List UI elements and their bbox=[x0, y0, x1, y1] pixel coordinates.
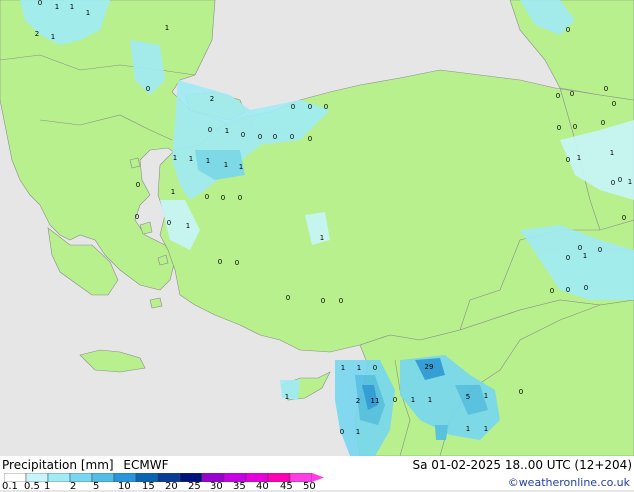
precip-value-label: 1 bbox=[86, 9, 90, 17]
precip-value-label: 1 bbox=[55, 3, 59, 11]
precip-value-label: 0 bbox=[258, 133, 262, 141]
precip-value-label: 1 bbox=[610, 149, 614, 157]
precip-value-label: 0 bbox=[598, 246, 602, 254]
precip-value-label: 1 bbox=[285, 393, 289, 401]
precip-value-label: 1 bbox=[628, 178, 632, 186]
precip-value-label: 0 bbox=[208, 126, 212, 134]
precip-value-label: 1 bbox=[171, 188, 175, 196]
precip-value-label: 0 bbox=[136, 181, 140, 189]
scale-label: 1 bbox=[44, 481, 51, 492]
precip-value-label: 0 bbox=[238, 194, 242, 202]
precip-value-label: 0 bbox=[566, 254, 570, 262]
precip-value-label: 0 bbox=[308, 103, 312, 111]
precip-value-label: 1 bbox=[320, 234, 324, 242]
scale-label: 50 bbox=[303, 481, 316, 492]
precip-value-label: 0 bbox=[611, 179, 615, 187]
precip-value-label: 1 bbox=[484, 425, 488, 433]
precip-value-label: 0 bbox=[221, 194, 225, 202]
precip-value-label: 1 bbox=[583, 252, 587, 260]
precip-value-label: 0 bbox=[38, 0, 42, 7]
scale-label: 20 bbox=[165, 481, 178, 492]
precip-value-label: 1 bbox=[70, 3, 74, 11]
precip-value-label: 0 bbox=[566, 26, 570, 34]
precip-value-label: 0 bbox=[566, 286, 570, 294]
precip-value-label: 0 bbox=[146, 85, 150, 93]
precip-value-label: 0 bbox=[604, 85, 608, 93]
credit-link[interactable]: ©weatheronline.co.uk bbox=[508, 476, 630, 489]
precip-value-label: 1 bbox=[186, 222, 190, 230]
precip-value-label: 0 bbox=[321, 297, 325, 305]
precip-value-label: 0 bbox=[286, 294, 290, 302]
precip-value-label: 0 bbox=[612, 100, 616, 108]
scale-label: 35 bbox=[233, 481, 246, 492]
precip-value-label: 0 bbox=[291, 103, 295, 111]
scale-label: 5 bbox=[93, 481, 100, 492]
precip-value-label: 1 bbox=[466, 425, 470, 433]
precip-value-label: 0 bbox=[601, 119, 605, 127]
precip-value-label: 0 bbox=[622, 214, 626, 222]
precip-value-label: 1 bbox=[411, 396, 415, 404]
precip-value-label: 1 bbox=[224, 161, 228, 169]
precip-value-label: 0 bbox=[308, 135, 312, 143]
precip-value-label: 2 bbox=[210, 95, 214, 103]
precip-value-label: 1 bbox=[357, 364, 361, 372]
precip-value-label: 0 bbox=[340, 428, 344, 436]
scale-label: 40 bbox=[256, 481, 269, 492]
precip-value-label: 0 bbox=[235, 259, 239, 267]
scale-label: 0.5 bbox=[24, 481, 40, 492]
precip-value-label: 0 bbox=[570, 90, 574, 98]
precip-value-label: 11 bbox=[371, 397, 380, 405]
precip-value-label: 0 bbox=[573, 123, 577, 131]
legend-model: ECMWF bbox=[123, 458, 169, 472]
precip-value-label: 0 bbox=[557, 124, 561, 132]
precip-value-label: 0 bbox=[584, 284, 588, 292]
precip-value-label: 0 bbox=[339, 297, 343, 305]
scale-label: 2 bbox=[70, 481, 77, 492]
precip-value-label: 0 bbox=[135, 213, 139, 221]
precip-value-label: 0 bbox=[566, 156, 570, 164]
precipitation-map: 1 112 110020 0 000 010 0 00 0 01 1 1 1 1110000 010 0 010… bbox=[0, 0, 634, 490]
precip-value-label: 0 bbox=[324, 103, 328, 111]
legend-title-text: Precipitation [mm] bbox=[2, 458, 114, 472]
precip-value-label: 0 bbox=[290, 133, 294, 141]
precip-value-label: 1 bbox=[577, 154, 581, 162]
scale-label: 30 bbox=[210, 481, 223, 492]
precip-value-label: 1 bbox=[189, 155, 193, 163]
precip-value-label: 1 bbox=[165, 24, 169, 32]
scale-label: 15 bbox=[142, 481, 155, 492]
precip-value-label: 0 bbox=[273, 133, 277, 141]
precip-value-label: 0 bbox=[205, 193, 209, 201]
precip-value-label: 29 bbox=[425, 363, 434, 371]
precip-value-label: 1 bbox=[51, 33, 55, 41]
legend-title: Precipitation [mm] ECMWF bbox=[2, 458, 174, 472]
precip-value-label: 0 bbox=[556, 92, 560, 100]
precip-value-label: 1 bbox=[341, 364, 345, 372]
precip-value-label: 0 bbox=[167, 219, 171, 227]
precip-value-label: 0 bbox=[373, 364, 377, 372]
precip-value-label: 2 bbox=[35, 30, 39, 38]
precip-value-label: 0 bbox=[241, 131, 245, 139]
forecast-timestamp: Sa 01-02-2025 18..00 UTC (12+204) bbox=[412, 458, 632, 472]
precip-value-label: 2 bbox=[356, 397, 360, 405]
precip-value-label: 5 bbox=[466, 393, 470, 401]
scale-label: 0.1 bbox=[2, 481, 18, 492]
precip-value-label: 0 bbox=[618, 176, 622, 184]
precip-value-label: 1 bbox=[356, 428, 360, 436]
scale-label: 25 bbox=[188, 481, 201, 492]
precip-value-label: 0 bbox=[550, 287, 554, 295]
scale-label: 45 bbox=[280, 481, 293, 492]
precip-value-label: 0 bbox=[393, 396, 397, 404]
precip-value-label: 1 bbox=[206, 157, 210, 165]
precip-value-label: 1 bbox=[239, 163, 243, 171]
scale-swatch bbox=[47, 473, 71, 482]
precip-value-label: 0 bbox=[578, 244, 582, 252]
precip-value-label: 0 bbox=[519, 388, 523, 396]
scale-label: 10 bbox=[118, 481, 131, 492]
precip-value-label: 1 bbox=[173, 154, 177, 162]
precip-value-label: 1 bbox=[484, 392, 488, 400]
precip-value-label: 0 bbox=[218, 258, 222, 266]
precip-value-label: 1 bbox=[225, 127, 229, 135]
precip-value-label: 1 bbox=[428, 396, 432, 404]
